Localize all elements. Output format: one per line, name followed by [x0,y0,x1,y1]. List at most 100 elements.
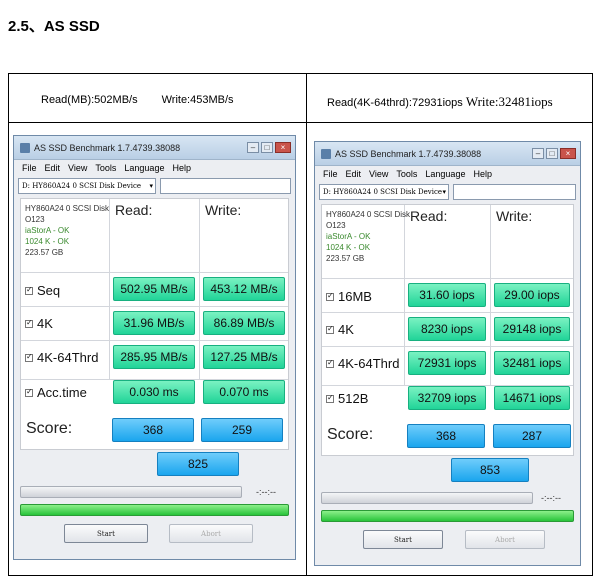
disk-firmware: O123 [326,221,346,230]
progress-bar-empty [321,492,533,504]
results-panel: HY860A24 0 SCSI Disk O123 iaStorA - OK 1… [321,204,574,456]
menu-tools[interactable]: Tools [396,169,417,179]
menu-help[interactable]: Help [172,163,191,173]
4k64-read-value: 72931 iops [408,351,486,375]
acctime-write-value: 0.070 ms [203,380,285,404]
score-label: Score: [26,420,73,437]
4k64-read-value: 285.95 MB/s [113,345,195,369]
device-select-value: D: HY860A24 0 SCSI Disk Device [323,188,443,196]
checkbox[interactable] [326,324,334,334]
row-16mb[interactable]: 16MB [326,289,372,304]
read-header: Read: [410,208,448,224]
row-divider [9,122,592,123]
seq-write-value: 453.12 MB/s [203,277,285,301]
abort-button[interactable]: Abort [169,524,253,543]
menu-edit[interactable]: Edit [45,163,61,173]
close-icon[interactable]: × [560,148,576,159]
close-icon[interactable]: × [275,142,291,153]
row-label: 512B [338,391,369,406]
disk-driver-status: iaStorA - OK [25,226,70,235]
checkbox[interactable] [25,352,33,362]
16mb-write-value: 29.00 iops [494,283,570,307]
column-divider [306,74,307,575]
row-4k[interactable]: 4K [326,322,354,337]
checkbox[interactable] [25,318,33,328]
right-caption: Read(4K-64thrd):72931iops Write:32481iop… [327,94,553,110]
start-button[interactable]: Start [64,524,148,543]
maximize-icon[interactable]: □ [261,142,273,153]
disk-info: HY860A24 0 SCSI Disk O123 iaStorA - OK 1… [326,209,410,264]
comparison-table: Read(MB):502MB/s Write:453MB/s Read(4K-64… [8,73,593,576]
row-4k-64thrd[interactable]: 4K-64Thrd [326,356,399,371]
row-acc-time[interactable]: Acc.time [25,385,87,400]
row-label: 4K-64Thrd [37,350,99,365]
device-select[interactable]: D: HY860A24 0 SCSI Disk Device ▾ [319,184,449,200]
score-total: 853 [451,458,529,482]
left-write-caption: Write:453MB/s [161,94,234,106]
row-4k-64thrd[interactable]: 4K-64Thrd [25,350,98,365]
checkbox[interactable] [326,393,334,403]
row-label: 4K [338,322,354,337]
score-write: 259 [201,418,283,442]
row-label: 4K [37,316,53,331]
4k-write-value: 29148 iops [494,317,570,341]
score-label: Score: [327,426,374,443]
left-read-caption: Read(MB):502MB/s [41,94,138,106]
menu-edit[interactable]: Edit [346,169,362,179]
row-4k[interactable]: 4K [25,316,53,331]
512b-read-value: 32709 iops [408,386,486,410]
menu-view[interactable]: View [68,163,87,173]
row-label: 4K-64Thrd [338,356,400,371]
score-total: 825 [157,452,239,476]
menu-language[interactable]: Language [124,163,164,173]
write-header: Write: [496,208,533,224]
4k64-write-value: 127.25 MB/s [203,345,285,369]
menu-help[interactable]: Help [473,169,492,179]
checkbox[interactable] [326,358,334,368]
as-ssd-window-mbs: AS SSD Benchmark 1.7.4739.38088 – □ × Fi… [13,135,296,560]
start-button[interactable]: Start [363,530,443,549]
menu-language[interactable]: Language [425,169,465,179]
4k-write-value: 86.89 MB/s [203,311,285,335]
4k64-write-value: 32481 iops [494,351,570,375]
write-header: Write: [205,202,242,218]
row-label: Seq [37,283,61,298]
disk-align-status: 1024 K - OK [25,237,70,246]
checkbox[interactable] [25,285,33,295]
disk-firmware: O123 [25,215,45,224]
checkbox[interactable] [25,387,33,397]
score-read: 368 [407,424,485,448]
row-512b[interactable]: 512B [326,391,368,406]
menu-file[interactable]: File [323,169,338,179]
elapsed-time: -:--:-- [541,493,561,503]
maximize-icon[interactable]: □ [546,148,558,159]
512b-write-value: 14671 iops [494,386,570,410]
device-info-box [453,184,576,200]
window-title: AS SSD Benchmark 1.7.4739.38088 [34,142,181,153]
left-caption: Read(MB):502MB/s Write:453MB/s [41,94,234,106]
disk-size: 223.57 GB [25,248,64,257]
minimize-icon[interactable]: – [247,142,259,153]
abort-button[interactable]: Abort [465,530,545,549]
checkbox[interactable] [326,291,334,301]
minimize-icon[interactable]: – [532,148,544,159]
results-panel: HY860A24 0 SCSI Disk O123 iaStorA - OK 1… [20,198,289,450]
title-bar: AS SSD Benchmark 1.7.4739.38088 – □ × [14,136,295,160]
16mb-read-value: 31.60 iops [408,283,486,307]
as-ssd-window-iops: AS SSD Benchmark 1.7.4739.38088 – □ × Fi… [314,141,581,566]
progress-bar-complete [20,504,289,516]
device-info-box [160,178,291,194]
right-read-caption: Read(4K-64thrd):72931iops [327,97,463,109]
score-read: 368 [112,418,194,442]
4k-read-value: 31.96 MB/s [113,311,195,335]
menu-file[interactable]: File [22,163,37,173]
menu-tools[interactable]: Tools [95,163,116,173]
chevron-down-icon: ▾ [442,188,446,196]
progress-bar-complete [321,510,574,522]
row-seq[interactable]: Seq [25,283,60,298]
seq-read-value: 502.95 MB/s [113,277,195,301]
device-select[interactable]: D: HY860A24 0 SCSI Disk Device ▾ [18,178,156,194]
disk-model: HY860A24 0 SCSI Disk [25,204,110,213]
score-write: 287 [493,424,571,448]
menu-view[interactable]: View [369,169,388,179]
